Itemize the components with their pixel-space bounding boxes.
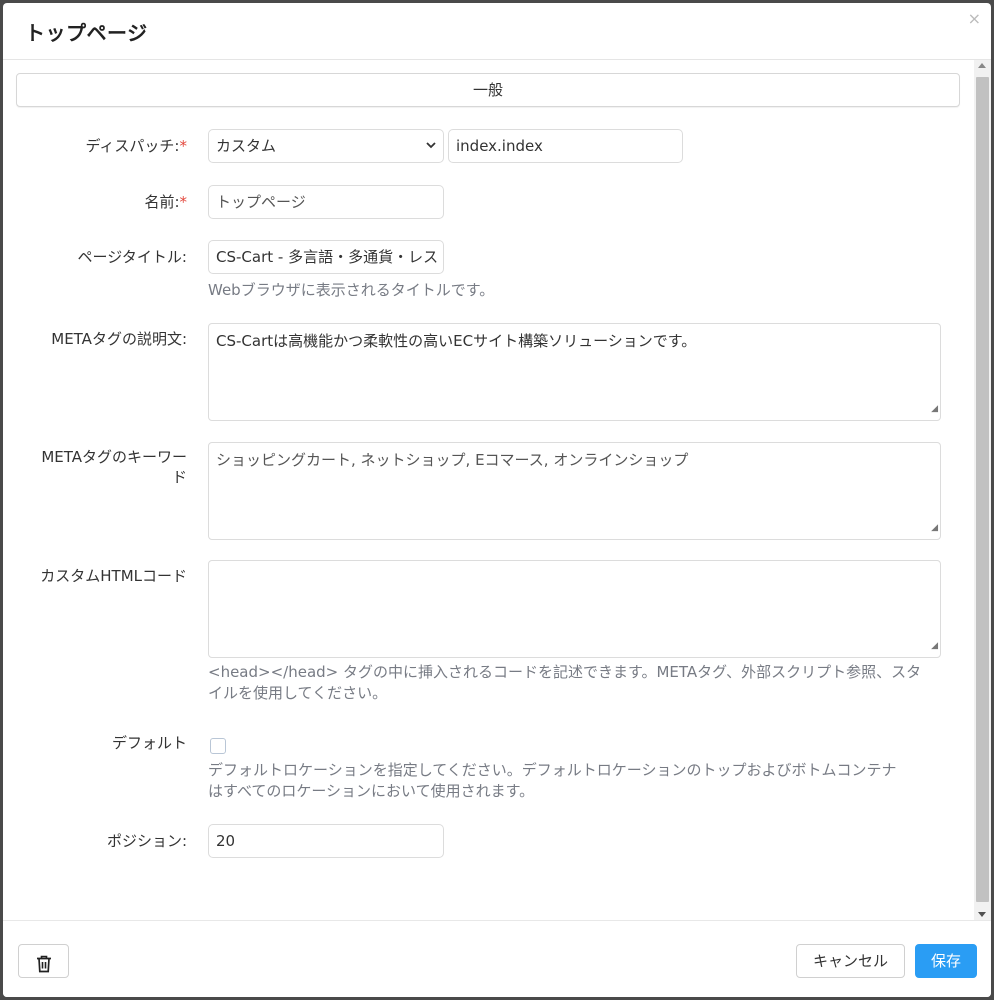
position-input[interactable]: 20 <box>208 824 444 858</box>
close-icon[interactable]: × <box>968 9 981 28</box>
dialog-title: トップページ <box>25 21 148 45</box>
required-mark: * <box>179 193 188 211</box>
meta-keywords-label-line2: ド <box>171 468 187 486</box>
meta-description-label: METAタグの説明文: <box>51 330 187 348</box>
page-title-label: ページタイトル: <box>77 248 187 266</box>
save-button[interactable]: 保存 <box>915 944 977 978</box>
meta-keywords-textarea[interactable]: ショッピングカート, ネットショップ, Eコマース, オンラインショップ ◢ <box>208 442 941 540</box>
custom-html-hint: <head></head> タグの中に挿入されるコードを記述できます。METAタ… <box>208 662 953 704</box>
dispatch-select-value: カスタム <box>216 137 277 155</box>
resize-handle-icon[interactable]: ◢ <box>931 399 938 419</box>
dialog-body: 一般 ディスパッチ:* カスタム index.index 名前:* トップページ… <box>3 60 991 920</box>
scrollbar[interactable] <box>974 60 991 920</box>
default-hint: デフォルトロケーションを指定してください。デフォルトロケーションのトップおよびボ… <box>208 760 953 802</box>
meta-keywords-label: METAタグのキーワー ド <box>3 447 187 487</box>
default-hint-line1: デフォルトロケーションを指定してください。デフォルトロケーションのトップおよびボ… <box>208 761 897 779</box>
scroll-up-arrow-icon[interactable] <box>978 63 986 68</box>
default-label: デフォルト <box>111 734 187 752</box>
custom-html-hint-line2: イルを使用してください。 <box>208 684 388 702</box>
page-title-hint: Webブラウザに表示されるタイトルです。 <box>208 281 495 299</box>
position-label: ポジション: <box>106 832 187 850</box>
name-label: 名前:* <box>3 192 187 212</box>
scroll-down-arrow-icon[interactable] <box>978 912 986 917</box>
resize-handle-icon[interactable]: ◢ <box>931 636 938 656</box>
name-input[interactable]: トップページ <box>208 185 444 219</box>
default-checkbox[interactable] <box>210 738 226 754</box>
dispatch-input[interactable]: index.index <box>448 129 683 163</box>
meta-description-value: CS-Cartは高機能かつ柔軟性の高いECサイト構築ソリューションです。 <box>216 332 697 350</box>
name-label-text: 名前: <box>144 193 180 211</box>
custom-html-label: カスタムHTMLコード <box>40 567 187 585</box>
dialog-footer: キャンセル 保存 <box>3 920 991 997</box>
page-title-input[interactable]: CS-Cart - 多言語・多通貨・レス <box>208 240 444 274</box>
dispatch-select[interactable]: カスタム <box>208 129 444 163</box>
custom-html-textarea[interactable]: ◢ <box>208 560 941 658</box>
default-hint-line2: はすべてのロケーションにおいて使用されます。 <box>208 782 535 800</box>
cancel-button[interactable]: キャンセル <box>796 944 905 978</box>
trash-icon <box>36 952 52 984</box>
dispatch-label: ディスパッチ:* <box>3 136 187 156</box>
meta-description-textarea[interactable]: CS-Cartは高機能かつ柔軟性の高いECサイト構築ソリューションです。 ◢ <box>208 323 941 421</box>
chevron-down-icon <box>425 130 437 162</box>
meta-keywords-value: ショッピングカート, ネットショップ, Eコマース, オンラインショップ <box>216 451 689 469</box>
dispatch-label-text: ディスパッチ: <box>85 137 180 155</box>
scrollbar-thumb[interactable] <box>976 77 989 902</box>
delete-button[interactable] <box>18 944 69 978</box>
dialog-header: トップページ × <box>3 3 991 60</box>
resize-handle-icon[interactable]: ◢ <box>931 518 938 538</box>
custom-html-hint-line1: <head></head> タグの中に挿入されるコードを記述できます。METAタ… <box>208 663 922 681</box>
dialog: トップページ × 一般 ディスパッチ:* カスタム index.index 名前… <box>3 3 991 997</box>
meta-keywords-label-line1: METAタグのキーワー <box>41 448 187 466</box>
required-mark: * <box>179 137 188 155</box>
section-general[interactable]: 一般 <box>16 73 960 107</box>
